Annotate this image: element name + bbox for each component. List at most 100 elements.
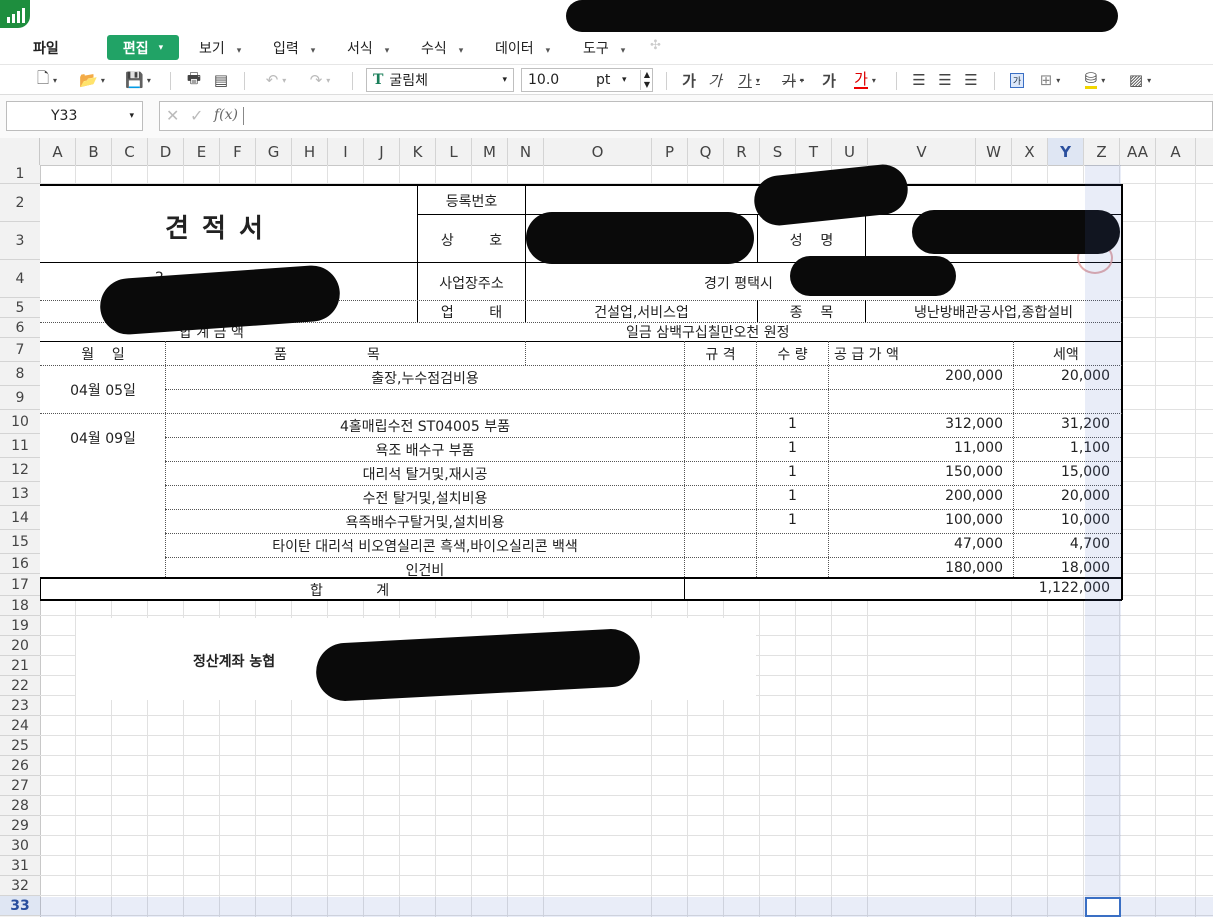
menu-formula[interactable]: 수식 ▾ bbox=[421, 38, 463, 58]
column-header-i[interactable]: I bbox=[328, 138, 364, 165]
open-folder-icon[interactable]: 📂 ▾ bbox=[75, 69, 109, 91]
row-header-21[interactable]: 21 bbox=[0, 656, 40, 676]
italic-button[interactable]: 가 bbox=[706, 69, 724, 91]
column-header-o[interactable]: O bbox=[544, 138, 652, 165]
column-header-f[interactable]: F bbox=[220, 138, 256, 165]
ribbon-collapse-icon[interactable]: ✣ bbox=[650, 38, 661, 53]
cancel-icon[interactable]: ✕ bbox=[166, 106, 179, 125]
spinner-icon[interactable]: ▲ ▼ bbox=[639, 70, 650, 90]
row-header-23[interactable]: 23 bbox=[0, 696, 40, 716]
menu-format[interactable]: 서식 ▾ bbox=[347, 38, 389, 58]
save-icon[interactable]: 💾 ▾ bbox=[120, 69, 156, 91]
menu-data[interactable]: 데이터 ▾ bbox=[495, 38, 550, 58]
row-header-16[interactable]: 16 bbox=[0, 554, 40, 574]
row-header-32[interactable]: 32 bbox=[0, 876, 40, 896]
app-logo-icon[interactable] bbox=[0, 0, 30, 28]
column-header-q[interactable]: Q bbox=[688, 138, 724, 165]
column-header-k[interactable]: K bbox=[400, 138, 436, 165]
row-header-18[interactable]: 18 bbox=[0, 596, 40, 616]
undo-icon[interactable]: ↶ ▾ bbox=[256, 69, 296, 91]
column-header-m[interactable]: M bbox=[472, 138, 508, 165]
cell-style-button[interactable]: 가 bbox=[1006, 69, 1028, 91]
row-header-1[interactable]: 1 bbox=[0, 165, 40, 184]
column-header-w[interactable]: W bbox=[976, 138, 1012, 165]
row-header-10[interactable]: 10 bbox=[0, 410, 40, 434]
row-header-26[interactable]: 26 bbox=[0, 756, 40, 776]
menu-view[interactable]: 보기 ▾ bbox=[199, 38, 241, 58]
column-header-t[interactable]: T bbox=[796, 138, 832, 165]
column-header-g[interactable]: G bbox=[256, 138, 292, 165]
column-header-y[interactable]: Y bbox=[1048, 138, 1084, 165]
redo-icon[interactable]: ↷ ▾ bbox=[300, 69, 340, 91]
underline-button[interactable]: 가 ▾ bbox=[732, 69, 766, 91]
menu-file[interactable]: 파일 bbox=[33, 38, 59, 58]
new-document-icon[interactable]: 🗋 ▾ bbox=[32, 69, 62, 91]
font-color-button[interactable]: 가 ▾ bbox=[846, 69, 884, 91]
column-header-s[interactable]: S bbox=[760, 138, 796, 165]
row-header-20[interactable]: 20 bbox=[0, 636, 40, 656]
column-header-v[interactable]: V bbox=[868, 138, 976, 165]
column-header-p[interactable]: P bbox=[652, 138, 688, 165]
menu-tools[interactable]: 도구 ▾ bbox=[583, 38, 625, 58]
column-header-z[interactable]: Z bbox=[1084, 138, 1120, 165]
menu-insert[interactable]: 입력 ▾ bbox=[273, 38, 315, 58]
row-header-31[interactable]: 31 bbox=[0, 856, 40, 876]
row-header-29[interactable]: 29 bbox=[0, 816, 40, 836]
column-header-c[interactable]: C bbox=[112, 138, 148, 165]
row-header-5[interactable]: 5 bbox=[0, 298, 40, 318]
shadow-button[interactable]: 가 bbox=[820, 69, 838, 91]
sheet-grid[interactable] bbox=[40, 165, 1213, 917]
row-header-24[interactable]: 24 bbox=[0, 716, 40, 736]
row-header-25[interactable]: 25 bbox=[0, 736, 40, 756]
row-header-11[interactable]: 11 bbox=[0, 434, 40, 458]
row-header-17[interactable]: 17 bbox=[0, 574, 40, 596]
font-name-select[interactable]: T 굴림체 ▾ bbox=[366, 68, 514, 92]
row-header-8[interactable]: 8 bbox=[0, 362, 40, 386]
column-header-b[interactable]: B bbox=[76, 138, 112, 165]
row-header-12[interactable]: 12 bbox=[0, 458, 40, 482]
row-header-9[interactable]: 9 bbox=[0, 386, 40, 410]
print-preview-icon[interactable]: ▤ bbox=[210, 69, 232, 91]
confirm-icon[interactable]: ✓ bbox=[190, 106, 203, 125]
column-header-h[interactable]: H bbox=[292, 138, 328, 165]
column-header-aa[interactable]: AA bbox=[1120, 138, 1156, 165]
row-header-15[interactable]: 15 bbox=[0, 530, 40, 554]
column-header-a[interactable]: A bbox=[40, 138, 76, 165]
column-header-a[interactable]: A bbox=[1156, 138, 1196, 165]
column-header-j[interactable]: J bbox=[364, 138, 400, 165]
row-header-2[interactable]: 2 bbox=[0, 184, 40, 222]
formula-input[interactable]: ✕ ✓ f(x) bbox=[159, 101, 1213, 131]
print-icon[interactable]: 🖶 bbox=[183, 69, 205, 91]
row-header-30[interactable]: 30 bbox=[0, 836, 40, 856]
column-header-x[interactable]: X bbox=[1012, 138, 1048, 165]
align-right-icon[interactable]: ☰ bbox=[960, 69, 982, 91]
column-header-r[interactable]: R bbox=[724, 138, 760, 165]
menu-edit[interactable]: 편집 ▾ bbox=[107, 35, 179, 60]
align-left-icon[interactable]: ☰ bbox=[908, 69, 930, 91]
column-header-u[interactable]: U bbox=[832, 138, 868, 165]
borders-icon[interactable]: ⊞ ▾ bbox=[1032, 69, 1068, 91]
row-header-7[interactable]: 7 bbox=[0, 338, 40, 362]
row-header-14[interactable]: 14 bbox=[0, 506, 40, 530]
bold-button[interactable]: 가 bbox=[680, 69, 698, 91]
font-size-select[interactable]: 10.0 pt ▾ ▲ ▼ bbox=[521, 68, 653, 92]
align-center-icon[interactable]: ☰ bbox=[934, 69, 956, 91]
function-icon[interactable]: f(x) bbox=[214, 107, 238, 123]
row-header-33[interactable]: 33 bbox=[0, 896, 40, 916]
row-header-6[interactable]: 6 bbox=[0, 318, 40, 338]
select-all-corner[interactable] bbox=[0, 138, 40, 165]
row-header-28[interactable]: 28 bbox=[0, 796, 40, 816]
row-header-4[interactable]: 4 bbox=[0, 260, 40, 298]
row-header-27[interactable]: 27 bbox=[0, 776, 40, 796]
row-header-3[interactable]: 3 bbox=[0, 222, 40, 260]
fill-color-icon[interactable]: ⛁ ▾ bbox=[1076, 69, 1114, 91]
row-header-13[interactable]: 13 bbox=[0, 482, 40, 506]
pattern-icon[interactable]: ▨ ▾ bbox=[1122, 69, 1158, 91]
row-header-19[interactable]: 19 bbox=[0, 616, 40, 636]
column-header-n[interactable]: N bbox=[508, 138, 544, 165]
column-header-d[interactable]: D bbox=[148, 138, 184, 165]
strike-button[interactable]: 가 ▾ bbox=[776, 69, 810, 91]
column-header-l[interactable]: L bbox=[436, 138, 472, 165]
row-header-22[interactable]: 22 bbox=[0, 676, 40, 696]
column-header-e[interactable]: E bbox=[184, 138, 220, 165]
